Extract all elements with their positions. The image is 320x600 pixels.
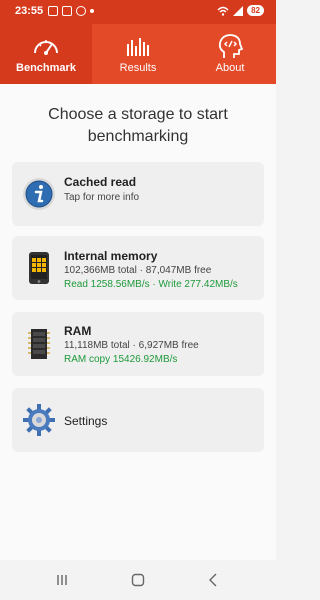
status-time: 23:55 [15,5,44,17]
card-subtitle: Tap for more info [64,192,140,203]
card-speed-result: Read 1258.56MB/s · Write 277.42MB/s [64,279,238,290]
system-nav-bar [0,560,276,600]
gear-icon [23,404,55,436]
tab-bar: Benchmark Results About [0,24,276,84]
tab-about[interactable]: About [184,24,276,84]
card-title: Cached read [64,175,137,189]
screenshot-notification-icon [62,6,72,16]
page-headline: Choose a storage to start benchmarking [48,106,228,145]
app-screen: 23:55 82 Benchmark Results About Choose … [0,0,276,600]
status-bar: 23:55 82 [0,0,276,24]
tab-label: Results [119,62,157,74]
card-detail: 102,366MB total · 87,047MB free [64,265,212,276]
card-settings[interactable]: Settings [12,388,264,452]
recent-apps-icon[interactable] [54,572,70,588]
bar-chart-icon [127,38,149,56]
card-speed-result: RAM copy 15426.92MB/s [64,354,178,365]
ram-chip-icon [28,329,50,359]
card-detail: 11,118MB total · 6,927MB free [64,340,199,351]
tab-results[interactable]: Results [92,24,184,84]
tab-label: About [215,62,245,74]
card-cached-read[interactable]: Cached read Tap for more info [12,162,264,226]
card-internal-memory[interactable]: Internal memory 102,366MB total · 87,047… [12,236,264,300]
phone-storage-icon [29,252,49,284]
settings-notification-icon [76,6,86,16]
gallery-notification-icon [48,6,58,16]
tab-label: Benchmark [16,62,76,74]
battery-indicator: 82 [247,5,264,16]
status-right: 82 [217,5,264,16]
home-icon[interactable] [130,572,146,588]
back-icon[interactable] [206,572,222,588]
head-code-icon [218,34,244,58]
card-title: RAM [64,324,92,338]
status-icons [48,6,94,16]
signal-icon [233,5,244,16]
more-notifications-dot-icon [90,9,94,13]
main-content: Choose a storage to start benchmarking C… [0,84,276,560]
card-title: Internal memory [64,249,158,263]
wifi-icon [217,6,229,16]
info-icon [23,178,55,210]
tab-benchmark[interactable]: Benchmark [0,24,92,84]
card-title: Settings [64,414,108,428]
card-ram[interactable]: RAM 11,118MB total · 6,927MB free RAM co… [12,312,264,376]
speedometer-icon [34,40,58,55]
